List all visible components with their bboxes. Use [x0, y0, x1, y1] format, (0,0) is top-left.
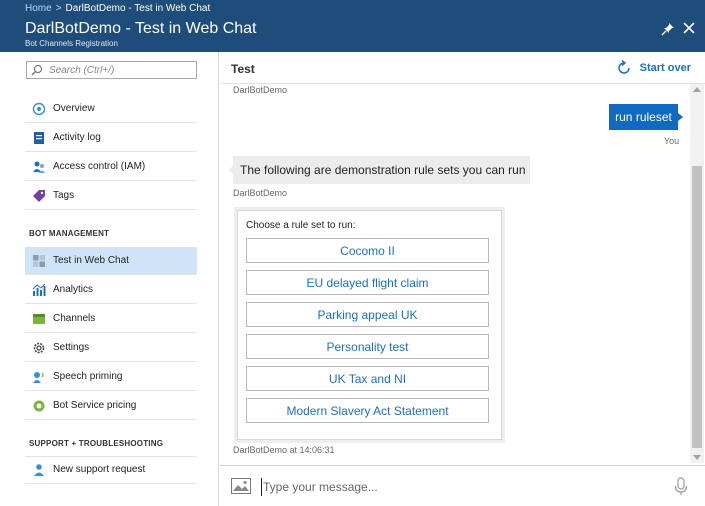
channels-icon [33, 313, 45, 324]
bot-message-text: The following are demonstration rule set… [240, 163, 526, 177]
sidebar-item-label: Access control (IAM) [53, 161, 146, 172]
page-subtitle: Bot Channels Registration [25, 39, 118, 48]
sidebar-item-label: Overview [53, 103, 95, 114]
test-panel: Test Start over DarlBotDemo run ruleset … [220, 52, 705, 506]
breadcrumb-current[interactable]: DarlBotDemo - Test in Web Chat [66, 3, 211, 14]
sidebar-item-settings[interactable]: Settings [25, 334, 197, 362]
start-over-button[interactable]: Start over [616, 60, 691, 76]
sidebar-item-channels[interactable]: Channels [25, 305, 197, 333]
close-icon[interactable] [681, 20, 697, 36]
sidebar-item-bot-service-pricing[interactable]: Bot Service pricing [25, 392, 197, 420]
image-upload-icon[interactable] [231, 478, 251, 494]
sidebar-item-label: Speech priming [53, 371, 123, 382]
sidebar-item-label: Activity log [53, 132, 101, 143]
message-input[interactable] [261, 478, 661, 496]
gear-icon [33, 342, 45, 353]
pin-icon[interactable] [661, 22, 675, 36]
search-icon [31, 65, 42, 76]
bubble-tail [228, 166, 233, 174]
scroll-down-arrow-icon[interactable] [693, 455, 701, 460]
search-input[interactable] [49, 63, 194, 77]
start-over-label: Start over [639, 62, 691, 74]
card-title: Choose a rule set to run: [246, 220, 356, 231]
message-timestamp: DarlBotDemo at 14:06:31 [233, 445, 335, 455]
sidebar-item-label: Analytics [53, 284, 94, 295]
support-icon [34, 463, 44, 476]
section-heading-support: SUPPORT + TROUBLESHOOTING [29, 439, 164, 448]
card-button-eu-flight-claim[interactable]: EU delayed flight claim [246, 270, 489, 295]
section-heading-bot-management: BOT MANAGEMENT [29, 229, 110, 238]
user-message-bubble: run ruleset [609, 104, 683, 130]
menu-search-box[interactable] [26, 61, 197, 79]
card-button-personality-test[interactable]: Personality test [246, 334, 489, 359]
refresh-icon [617, 60, 630, 74]
chat-history[interactable]: DarlBotDemo run ruleset You The followin… [220, 84, 705, 463]
bubble-tail [678, 113, 683, 121]
sidebar-item-label: New support request [53, 464, 146, 475]
chat-scrollbar[interactable] [690, 84, 704, 463]
card-button-uk-tax[interactable]: UK Tax and NI [246, 366, 489, 391]
card-button-modern-slavery[interactable]: Modern Slavery Act Statement [246, 398, 489, 423]
message-composer [220, 465, 705, 506]
sidebar-item-label: Test in Web Chat [53, 255, 129, 266]
breadcrumb-separator: > [55, 3, 62, 14]
sidebar-item-overview[interactable]: Overview [25, 95, 197, 123]
sidebar-item-label: Channels [53, 313, 96, 324]
scroll-up-arrow-icon[interactable] [693, 87, 701, 92]
user-message-label: You [664, 136, 680, 146]
speech-icon [33, 371, 44, 383]
microphone-icon[interactable] [674, 477, 688, 496]
overview-icon [32, 102, 46, 115]
sidebar-item-activity-log[interactable]: Activity log [25, 124, 197, 152]
message-sender: DarlBotDemo [233, 188, 288, 198]
bot-message-bubble: The following are demonstration rule set… [228, 156, 530, 184]
sidebar-item-analytics[interactable]: Analytics [25, 276, 197, 304]
sidebar-item-access-control[interactable]: Access control (IAM) [25, 153, 197, 181]
page-title: DarlBotDemo - Test in Web Chat [25, 20, 257, 37]
breadcrumb: Home > DarlBotDemo - Test in Web Chat [25, 3, 210, 14]
breadcrumb-home-link[interactable]: Home [25, 3, 52, 14]
sidebar-item-tags[interactable]: Tags [25, 182, 197, 210]
blade-header: Home > DarlBotDemo - Test in Web Chat Darl… [0, 0, 705, 52]
access-control-icon [33, 161, 45, 173]
message-sender: DarlBotDemo [233, 85, 288, 95]
activity-log-icon [34, 131, 44, 144]
card-button-cocomo[interactable]: Cocomo II [246, 238, 489, 263]
panel-title: Test [231, 62, 255, 76]
sidebar-item-speech-priming[interactable]: Speech priming [25, 363, 197, 391]
sidebar-item-new-support-request[interactable]: New support request [25, 456, 197, 484]
sidebar-item-label: Settings [53, 342, 90, 353]
card-button-parking-appeal[interactable]: Parking appeal UK [246, 302, 489, 327]
sidebar-item-test-in-web-chat[interactable]: Test in Web Chat [25, 247, 197, 275]
web-chat-icon [33, 254, 45, 267]
resource-menu: Overview Activity log Access control (IA… [0, 52, 219, 506]
sidebar-item-label: Bot Service pricing [53, 400, 137, 411]
sidebar-item-label: Tags [53, 190, 75, 201]
user-message-text: run ruleset [615, 110, 672, 124]
analytics-icon [32, 283, 46, 296]
hero-card: Choose a rule set to run: Cocomo II EU d… [237, 210, 502, 440]
pricing-icon [33, 400, 45, 411]
scrollbar-thumb[interactable] [692, 166, 702, 448]
tag-icon [33, 189, 45, 202]
